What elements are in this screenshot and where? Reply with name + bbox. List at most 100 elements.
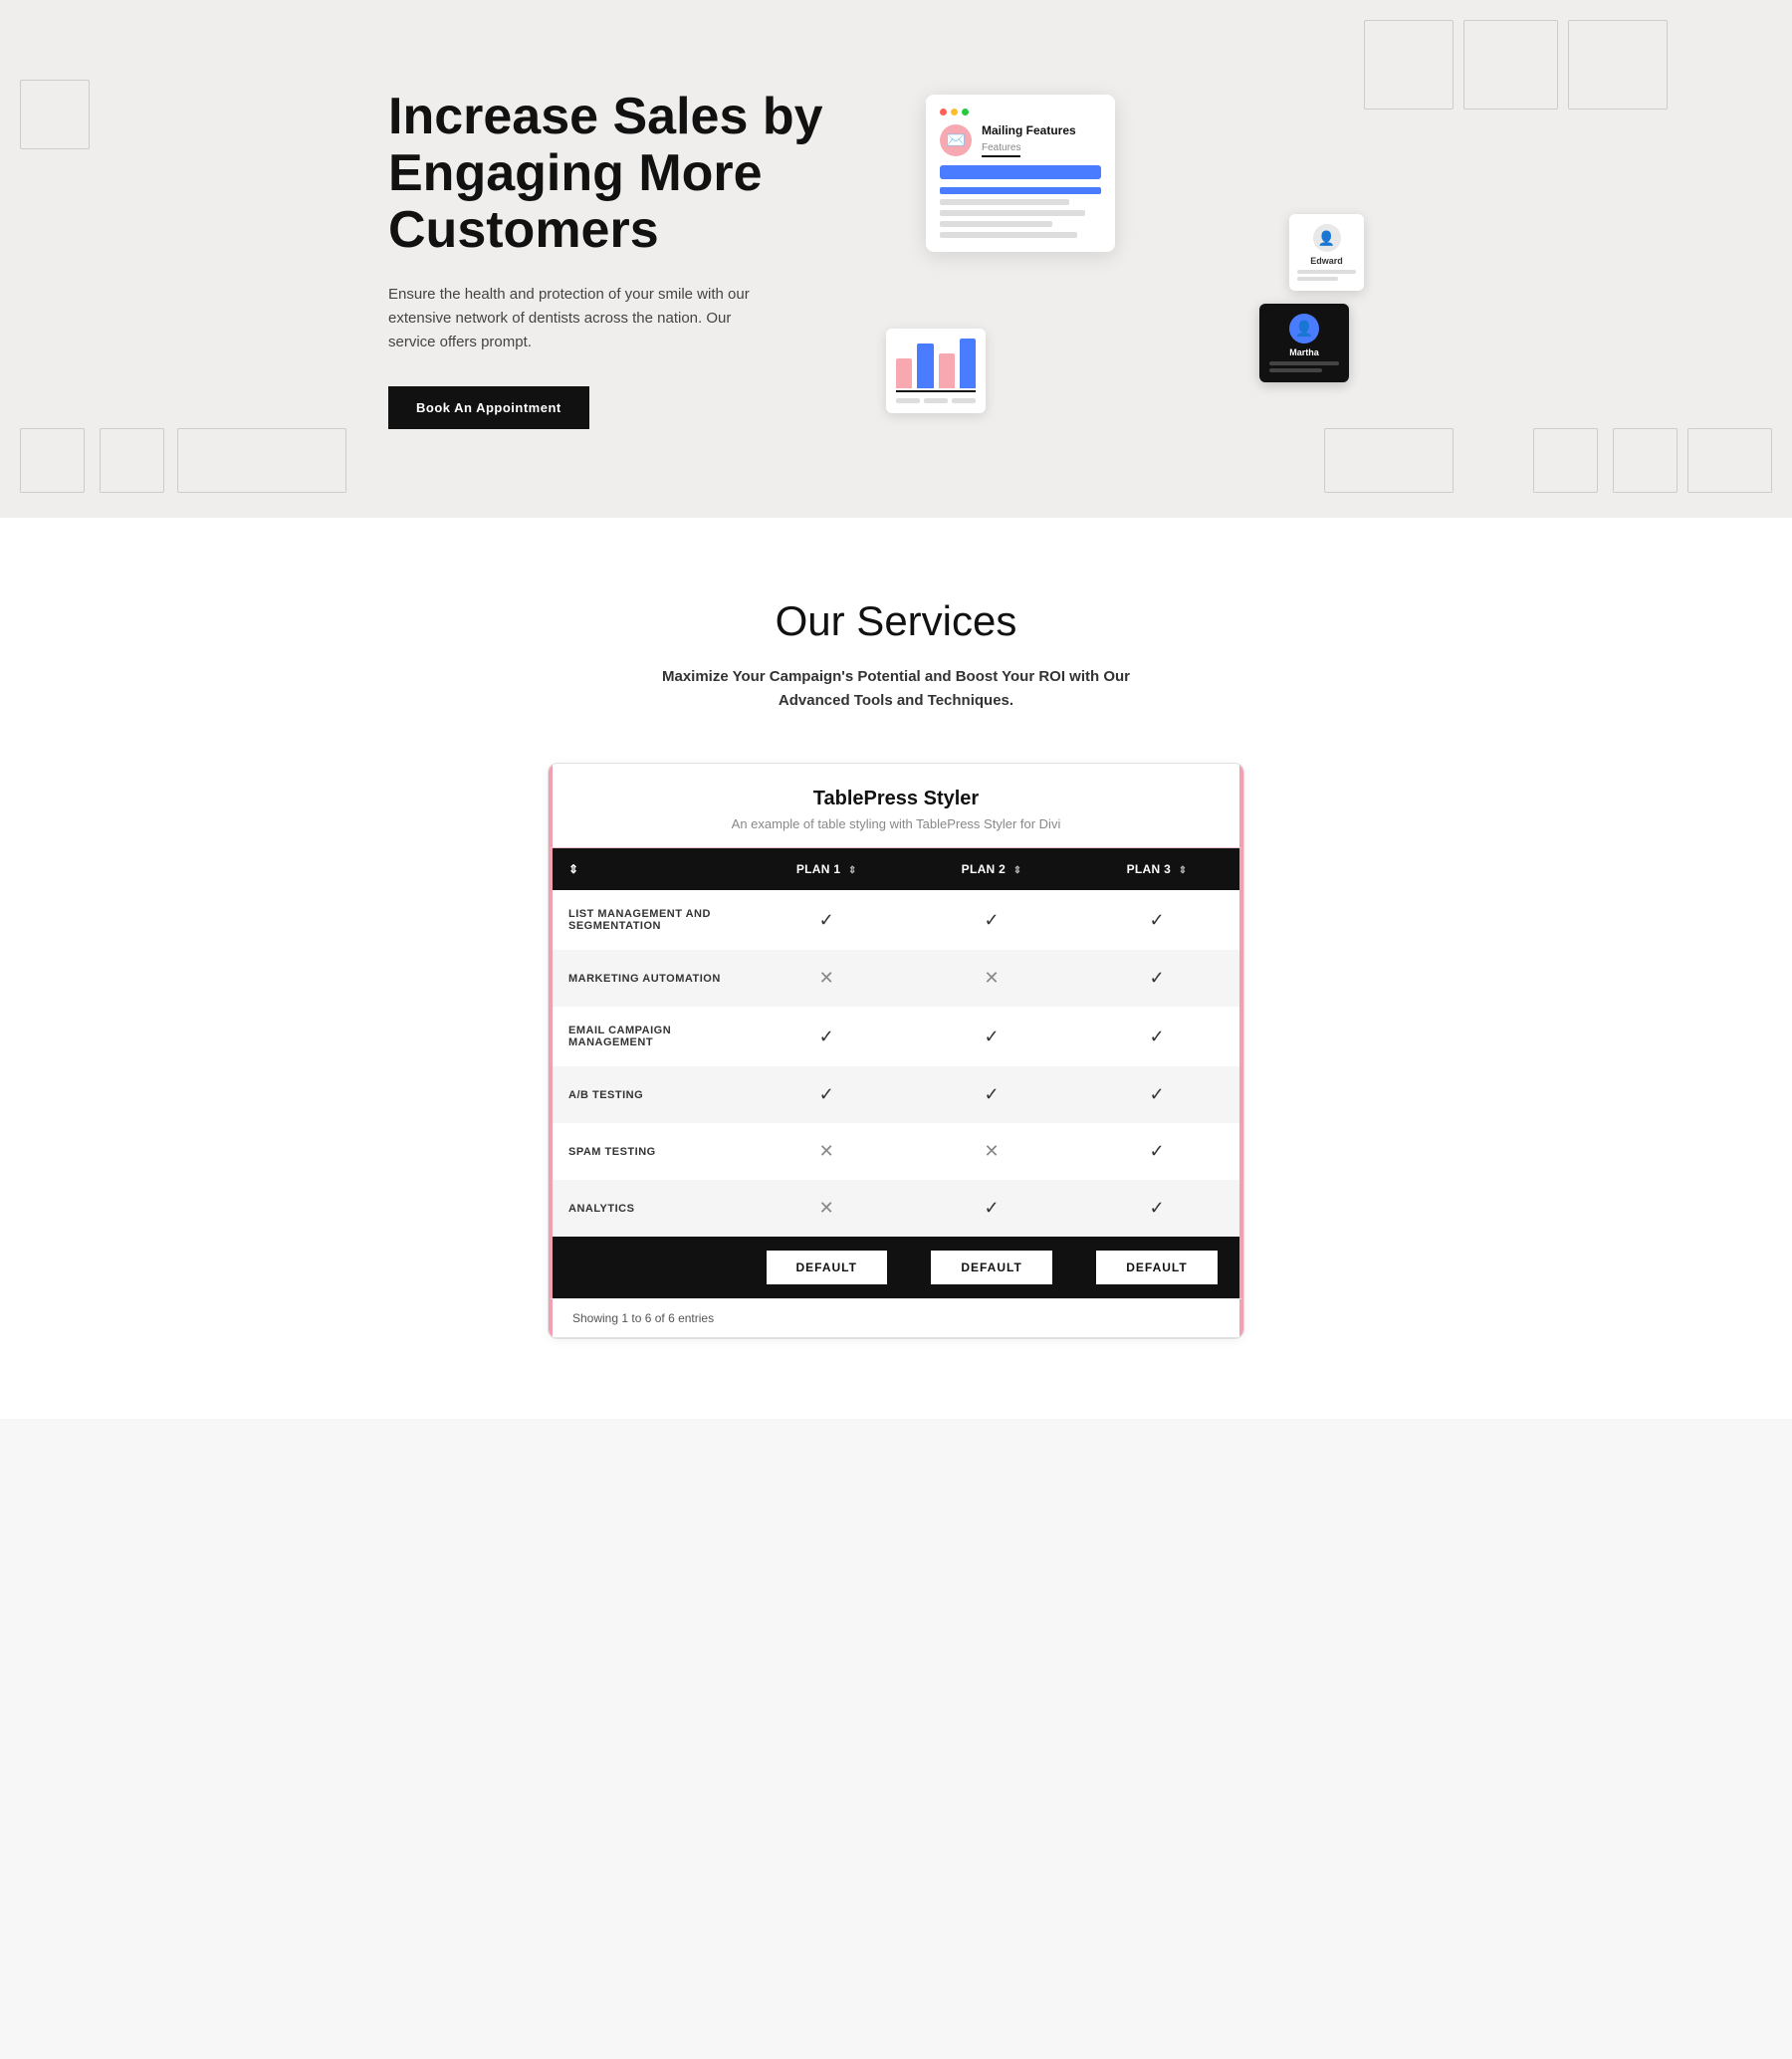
plan2-cell: ✓ [909, 1180, 1074, 1237]
deco-box-left-top [20, 80, 90, 149]
check-icon: ✓ [819, 910, 834, 930]
check-icon: ✓ [985, 1027, 1000, 1046]
mailing-subtitle: Features [982, 142, 1020, 157]
cross-icon: ✕ [985, 1141, 1000, 1161]
table-body: LIST MANAGEMENT AND SEGMENTATION✓✓✓MARKE… [551, 890, 1241, 1237]
mailing-bars [940, 187, 1101, 238]
edward-bar-1 [1297, 270, 1356, 274]
check-icon: ✓ [1149, 1027, 1164, 1046]
hero-inner: Increase Sales by Engaging More Customer… [348, 85, 1444, 433]
deco-box-right-bot3 [1613, 428, 1678, 493]
plan1-cell: ✓ [744, 1007, 909, 1066]
feature-cell: MARKETING AUTOMATION [551, 950, 744, 1007]
feature-cell: LIST MANAGEMENT AND SEGMENTATION [551, 890, 744, 950]
footer-plan2-cell: DEFAULT [909, 1237, 1074, 1298]
edward-name: Edward [1297, 256, 1356, 266]
feature-cell: EMAIL CAMPAIGN MANAGEMENT [551, 1007, 744, 1066]
mini-chart [896, 339, 976, 388]
check-icon: ✓ [1149, 1084, 1164, 1104]
martha-bar-2 [1269, 368, 1322, 372]
plan1-cell: ✕ [744, 950, 909, 1007]
mailing-card-text: Mailing Features Features [982, 123, 1076, 157]
table-footer-info: Showing 1 to 6 of 6 entries [549, 1298, 1243, 1338]
plan3-cell: ✓ [1074, 1007, 1241, 1066]
feature-cell: ANALYTICS [551, 1180, 744, 1237]
chart-bar-1 [896, 358, 912, 388]
table-footer: DEFAULT DEFAULT DEFAULT [551, 1237, 1241, 1298]
plan2-cell: ✓ [909, 1007, 1074, 1066]
mail-icon: ✉️ [940, 124, 972, 156]
win-dot-green [962, 109, 969, 115]
hero-section: Increase Sales by Engaging More Customer… [0, 0, 1792, 518]
mailing-card-header: ✉️ Mailing Features Features [940, 123, 1101, 157]
martha-name: Martha [1269, 347, 1339, 357]
check-icon: ✓ [1149, 910, 1164, 930]
table-row: EMAIL CAMPAIGN MANAGEMENT✓✓✓ [551, 1007, 1241, 1066]
table-header-row: ⇕ PLAN 1 ⇕ PLAN 2 ⇕ PLAN 3 ⇕ [551, 848, 1241, 890]
chart-bar-4 [960, 339, 976, 388]
table-row: ANALYTICS ✕ ✓ ✓ [551, 1180, 1241, 1237]
services-subtitle: Maximize Your Campaign's Potential and B… [637, 665, 1155, 713]
plan1-cell: ✕ [744, 1180, 909, 1237]
th-feature[interactable]: ⇕ [551, 848, 744, 890]
plan-table-wrapper: TablePress Styler An example of table st… [548, 763, 1244, 1339]
mailing-bar-4 [940, 221, 1052, 227]
plan3-cell: ✓ [1074, 1066, 1241, 1123]
deco-box-right-top2 [1463, 20, 1558, 110]
check-icon: ✓ [819, 1084, 834, 1104]
th-plan2[interactable]: PLAN 2 ⇕ [909, 848, 1074, 890]
edward-bar-2 [1297, 277, 1338, 281]
th-plan1[interactable]: PLAN 1 ⇕ [744, 848, 909, 890]
default-button-plan2[interactable]: DEFAULT [931, 1251, 1051, 1284]
mailing-bar-5 [940, 232, 1077, 238]
chart-bar-2 [917, 343, 933, 388]
table-description: An example of table styling with TablePr… [572, 816, 1220, 831]
plan3-cell: ✓ [1074, 1123, 1241, 1180]
table-title: TablePress Styler [572, 788, 1220, 810]
deco-box-right-bot2 [1533, 428, 1598, 493]
hero-left: Increase Sales by Engaging More Customer… [388, 89, 866, 430]
check-icon: ✓ [985, 1198, 1000, 1218]
book-appointment-button[interactable]: Book An Appointment [388, 386, 589, 429]
plan1-cell: ✓ [744, 1066, 909, 1123]
mailing-card: ✉️ Mailing Features Features [926, 95, 1115, 252]
check-icon: ✓ [1149, 968, 1164, 988]
cross-icon: ✕ [985, 968, 1000, 988]
plan2-cell: ✕ [909, 1123, 1074, 1180]
plan2-cell: ✓ [909, 1066, 1074, 1123]
plan2-cell: ✕ [909, 950, 1074, 1007]
martha-icon: 👤 [1295, 320, 1314, 338]
default-button-plan1[interactable]: DEFAULT [767, 1251, 887, 1284]
check-icon: ✓ [1149, 1141, 1164, 1161]
deco-box-right-top3 [1568, 20, 1668, 110]
deco-box-left-bot2 [100, 428, 164, 493]
table-header-block: TablePress Styler An example of table st… [549, 764, 1243, 848]
default-button-plan3[interactable]: DEFAULT [1096, 1251, 1217, 1284]
plan3-cell: ✓ [1074, 1180, 1241, 1237]
check-icon: ✓ [985, 1084, 1000, 1104]
plan-comparison-table: ⇕ PLAN 1 ⇕ PLAN 2 ⇕ PLAN 3 ⇕ [549, 848, 1243, 1298]
sort-icon-feature: ⇕ [568, 862, 578, 876]
table-row: SPAM TESTING ✕ ✕ ✓ [551, 1123, 1241, 1180]
mailing-bar-3 [940, 210, 1085, 216]
th-plan3[interactable]: PLAN 3 ⇕ [1074, 848, 1241, 890]
footer-plan3-cell: DEFAULT [1074, 1237, 1241, 1298]
martha-avatar: 👤 [1289, 314, 1319, 343]
services-section: Our Services Maximize Your Campaign's Po… [0, 518, 1792, 1419]
services-title: Our Services [40, 597, 1752, 645]
cross-icon: ✕ [819, 1198, 834, 1218]
hero-description: Ensure the health and protection of your… [388, 283, 767, 354]
deco-box-right-bot4 [1687, 428, 1772, 493]
plan1-cell: ✕ [744, 1123, 909, 1180]
hero-title: Increase Sales by Engaging More Customer… [388, 89, 826, 260]
mailing-bar-1 [940, 187, 1101, 194]
table-head: ⇕ PLAN 1 ⇕ PLAN 2 ⇕ PLAN 3 ⇕ [551, 848, 1241, 890]
chart-baseline [896, 390, 976, 392]
feature-cell: SPAM TESTING [551, 1123, 744, 1180]
edward-icon: 👤 [1318, 230, 1335, 247]
mailing-progress-bar [940, 165, 1101, 179]
edward-avatar: 👤 [1313, 224, 1341, 252]
win-dot-red [940, 109, 947, 115]
cross-icon: ✕ [819, 1141, 834, 1161]
martha-card: 👤 Martha [1259, 304, 1349, 382]
